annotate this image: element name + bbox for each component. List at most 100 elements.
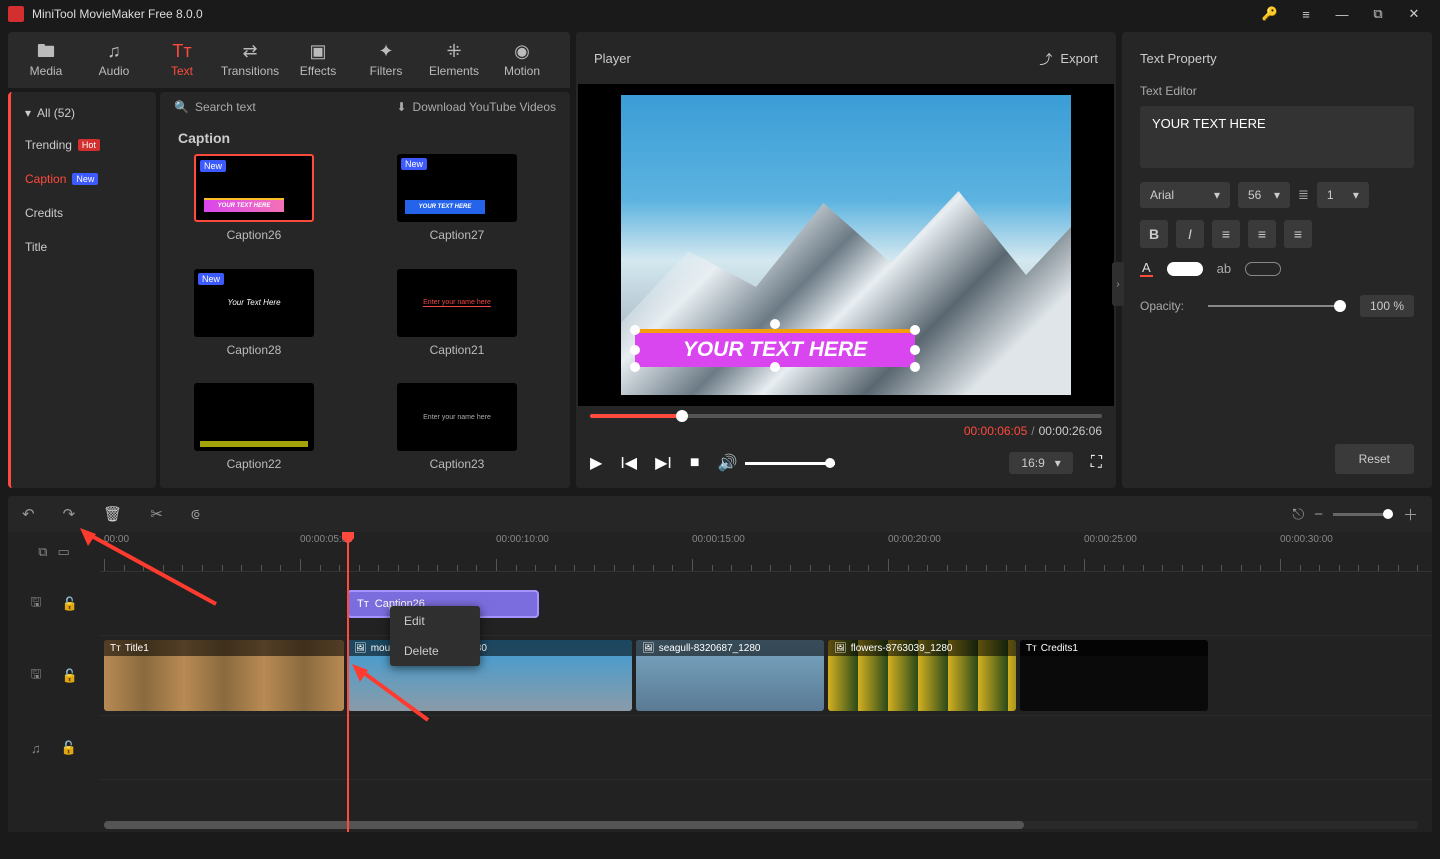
asset-caption26[interactable]: NewYOUR TEXT HERE Caption26 [174, 154, 334, 259]
stop-button[interactable]: ■ [690, 454, 700, 472]
tab-audio[interactable]: ♫Audio [80, 32, 148, 88]
layers-icon[interactable]: ▭ [58, 544, 70, 560]
opacity-slider[interactable] [1208, 305, 1346, 307]
current-time: 00:00:06:05 [964, 424, 1027, 438]
zoom-slider[interactable] [1333, 513, 1393, 516]
music-track-icon[interactable]: ♫ [31, 741, 41, 756]
snap-button[interactable]: ⎋ [1292, 506, 1304, 523]
tab-text[interactable]: TтText [148, 32, 216, 88]
ctx-delete[interactable]: Delete [390, 636, 480, 666]
asset-caption21[interactable]: Enter your name here Caption21 [377, 269, 537, 374]
align-right-button[interactable]: ≡ [1284, 220, 1312, 248]
bold-button[interactable]: B [1140, 220, 1168, 248]
chevron-down-icon: ▾ [1055, 456, 1061, 470]
video-clip[interactable]: TтCredits1 [1020, 640, 1208, 711]
category-title[interactable]: Title [11, 230, 156, 264]
zoom-in-button[interactable]: ＋ [1403, 504, 1418, 525]
section-title: Caption [160, 122, 570, 154]
timeline-tracks[interactable]: 00:0000:00:05:0000:00:10:0000:00:15:0000… [100, 532, 1432, 832]
timeline-scrollbar[interactable] [104, 821, 1418, 829]
zoom-out-button[interactable]: − [1314, 506, 1323, 523]
opacity-value: 100 % [1360, 295, 1414, 317]
redo-button[interactable]: ↷ [63, 505, 76, 523]
reset-button[interactable]: Reset [1335, 444, 1414, 474]
next-frame-button[interactable]: ▶I [655, 453, 672, 473]
font-size-select[interactable]: 56▾ [1238, 182, 1290, 208]
text-icon: Tт [172, 42, 191, 60]
download-youtube-link[interactable]: ⬇Download YouTube Videos [396, 100, 556, 114]
key-icon[interactable]: 🔑 [1252, 0, 1288, 28]
audio-track[interactable] [100, 716, 1432, 780]
total-time: 00:00:26:06 [1039, 424, 1102, 438]
tab-media[interactable]: 🖿Media [12, 32, 80, 88]
minimize-button[interactable]: — [1324, 0, 1360, 28]
menu-icon[interactable]: ≡ [1288, 0, 1324, 28]
lock-icon[interactable]: 🔓 [61, 668, 77, 684]
search-input[interactable]: 🔍Search text [174, 100, 256, 114]
text-property-panel: › Text Property Text Editor YOUR TEXT HE… [1122, 32, 1432, 488]
asset-caption27[interactable]: NewYOUR TEXT HERE Caption27 [377, 154, 537, 259]
collapse-panel-button[interactable]: › [1112, 262, 1124, 306]
player-panel: Player ⤴Export YOUR TEXT HERE [576, 32, 1116, 488]
video-clip[interactable]: TтTitle1 [104, 640, 344, 711]
aspect-ratio-select[interactable]: 16:9▾ [1009, 452, 1072, 474]
playhead[interactable] [347, 532, 349, 832]
italic-button[interactable]: I [1176, 220, 1204, 248]
crop-button[interactable]: ⟃ [191, 506, 200, 523]
title-track[interactable]: Tт Caption26 Edit Delete [100, 572, 1432, 636]
prev-frame-button[interactable]: I◀ [620, 453, 637, 473]
effects-icon: ▣ [309, 42, 326, 60]
category-sidebar: ▾All (52) TrendingHot CaptionNew Credits… [8, 92, 156, 488]
asset-caption22[interactable]: Caption22 [174, 383, 334, 488]
outline-color-swatch[interactable] [1245, 262, 1281, 276]
opacity-label: Opacity: [1140, 299, 1194, 313]
maximize-button[interactable]: ⧉ [1360, 0, 1396, 28]
fullscreen-button[interactable]: ⛶ [1091, 454, 1102, 472]
align-center-button[interactable]: ≡ [1248, 220, 1276, 248]
font-select[interactable]: Arial▾ [1140, 182, 1230, 208]
caption-overlay[interactable]: YOUR TEXT HERE [635, 329, 915, 367]
tab-effects[interactable]: ▣Effects [284, 32, 352, 88]
category-trending[interactable]: TrendingHot [11, 128, 156, 162]
video-preview[interactable]: YOUR TEXT HERE [578, 84, 1114, 406]
timeline-ruler[interactable]: 00:0000:00:05:0000:00:10:0000:00:15:0000… [100, 532, 1432, 572]
tab-transitions[interactable]: ⇄Transitions [216, 32, 284, 88]
play-button[interactable]: ▶ [590, 453, 602, 473]
tab-filters[interactable]: ✦Filters [352, 32, 420, 88]
tab-motion[interactable]: ◉Motion [488, 32, 556, 88]
add-track-icon[interactable]: ⧉ [38, 544, 47, 560]
volume-icon[interactable]: 🔊 [717, 453, 737, 473]
filters-icon: ✦ [378, 42, 393, 60]
new-badge: New [401, 158, 427, 170]
lock-icon[interactable]: 🔓 [61, 596, 77, 612]
category-credits[interactable]: Credits [11, 196, 156, 230]
progress-bar[interactable] [590, 414, 1102, 418]
ctx-edit[interactable]: Edit [390, 606, 480, 636]
text-editor-input[interactable]: YOUR TEXT HERE [1140, 106, 1414, 168]
asset-caption23[interactable]: Enter your name here Caption23 [377, 383, 537, 488]
outline-label: ab [1217, 261, 1231, 276]
category-all[interactable]: ▾All (52) [11, 98, 156, 128]
text-color-swatch[interactable] [1167, 262, 1203, 276]
volume-slider[interactable] [745, 462, 835, 465]
save-icon[interactable]: 🖫 [30, 593, 41, 615]
export-button[interactable]: ⤴Export [1039, 49, 1098, 68]
video-track[interactable]: TтTitle1🖼mountains-6965967_1280🖼seagull-… [100, 636, 1432, 716]
undo-button[interactable]: ↶ [22, 505, 35, 523]
line-height-icon: ≣ [1298, 187, 1309, 203]
lock-icon[interactable]: 🔓 [61, 740, 77, 756]
video-clip[interactable]: 🖼seagull-8320687_1280 [636, 640, 824, 711]
text-color-icon: A [1140, 260, 1153, 277]
app-logo [8, 6, 24, 22]
asset-caption28[interactable]: NewYour Text Here Caption28 [174, 269, 334, 374]
line-height-select[interactable]: 1▾ [1317, 182, 1369, 208]
align-left-button[interactable]: ≡ [1212, 220, 1240, 248]
split-button[interactable]: ✂ [150, 505, 163, 523]
tab-elements[interactable]: ⁜Elements [420, 32, 488, 88]
close-button[interactable]: ✕ [1396, 0, 1432, 28]
category-caption[interactable]: CaptionNew [11, 162, 156, 196]
save-icon[interactable]: 🖫 [30, 665, 41, 687]
video-clip[interactable]: 🖼flowers-8763039_1280 [828, 640, 1016, 711]
export-icon: ⤴ [1039, 49, 1052, 68]
delete-button[interactable]: 🗑 [103, 505, 122, 523]
